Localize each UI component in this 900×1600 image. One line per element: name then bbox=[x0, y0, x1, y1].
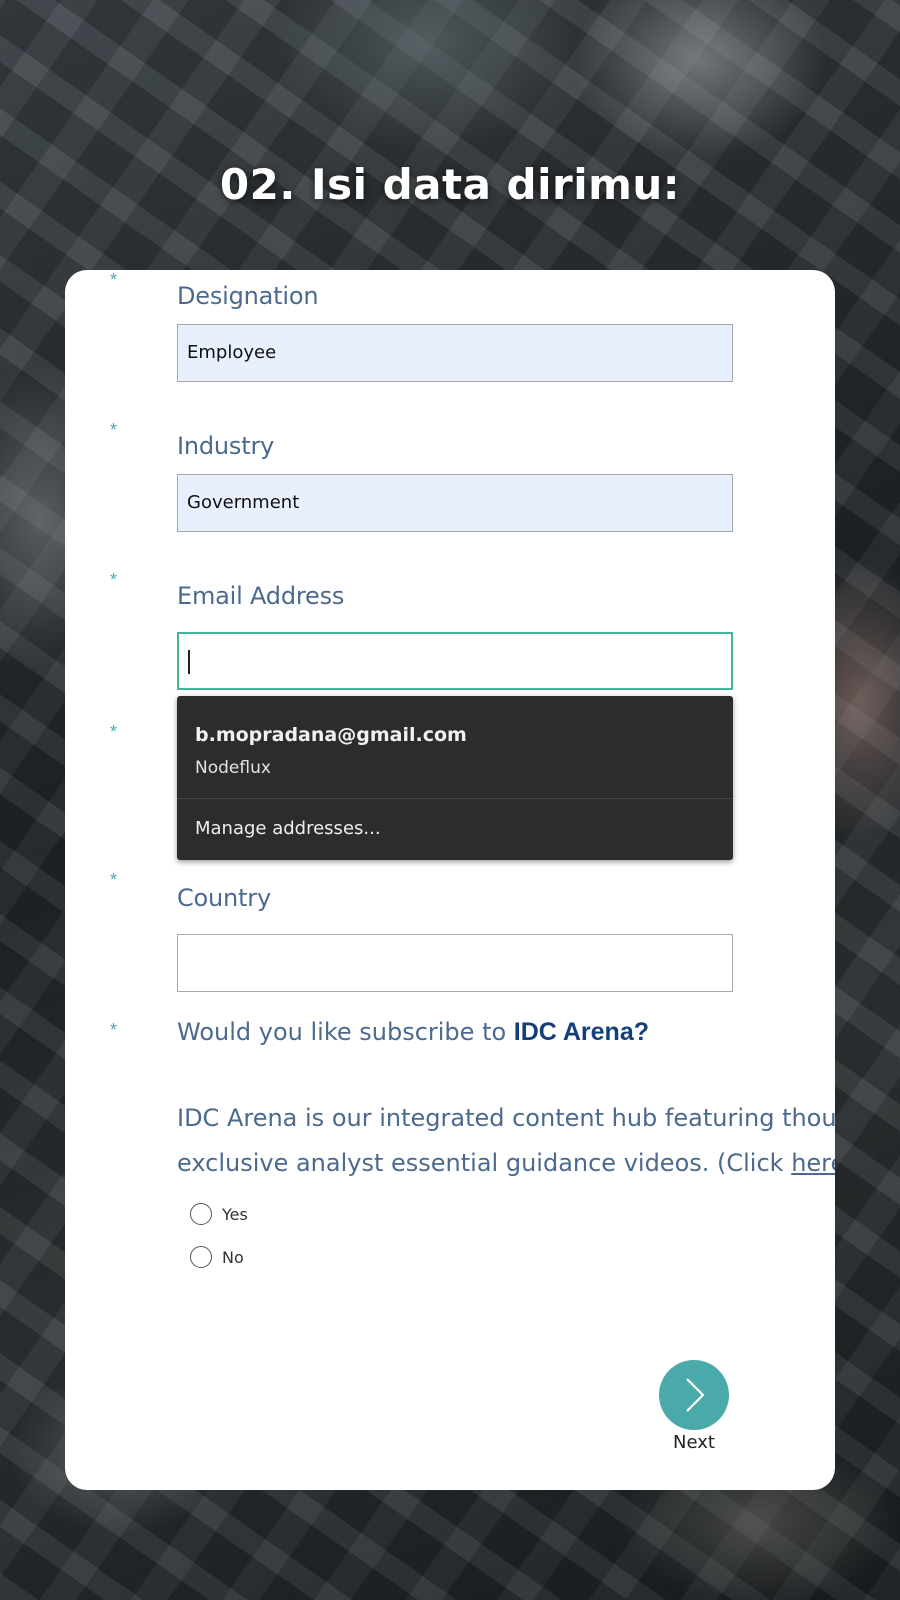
designation-label: Designation bbox=[177, 282, 319, 310]
radio-option-yes[interactable]: Yes bbox=[190, 1203, 248, 1225]
autofill-suggestion-email[interactable]: b.mopradana@gmail.com bbox=[195, 724, 467, 746]
description-line-2-text: exclusive analyst essential guidance vid… bbox=[177, 1149, 792, 1177]
required-marker: * bbox=[110, 722, 118, 742]
radio-no[interactable] bbox=[190, 1246, 212, 1268]
country-field[interactable] bbox=[177, 934, 733, 992]
required-marker: * bbox=[110, 1020, 118, 1040]
manage-addresses-link[interactable]: Manage addresses... bbox=[195, 818, 381, 839]
email-label: Email Address bbox=[177, 582, 345, 610]
required-marker: * bbox=[110, 270, 118, 290]
radio-option-no[interactable]: No bbox=[190, 1246, 244, 1268]
subscribe-question: Would you like subscribe to IDC Arena? bbox=[177, 1018, 649, 1047]
subscribe-description: IDC Arena is our integrated content hub … bbox=[177, 1096, 835, 1186]
text-caret bbox=[188, 650, 190, 674]
here-link[interactable]: here bbox=[791, 1149, 835, 1177]
description-line-2: exclusive analyst essential guidance vid… bbox=[177, 1141, 835, 1186]
industry-label: Industry bbox=[177, 432, 275, 460]
designation-field[interactable]: Employee bbox=[177, 324, 733, 382]
required-marker: * bbox=[110, 570, 118, 590]
chevron-right-icon bbox=[686, 1378, 705, 1412]
next-button[interactable] bbox=[659, 1360, 729, 1430]
autofill-dropdown: b.mopradana@gmail.com Nodeflux Manage ad… bbox=[177, 696, 733, 860]
page-headline: 02. Isi data dirimu: bbox=[219, 160, 681, 209]
radio-yes[interactable] bbox=[190, 1203, 212, 1225]
required-marker: * bbox=[110, 870, 118, 890]
next-label: Next bbox=[673, 1432, 715, 1453]
required-marker: * bbox=[110, 420, 118, 440]
autofill-divider bbox=[177, 798, 733, 799]
autofill-suggestion-company[interactable]: Nodeflux bbox=[195, 758, 271, 778]
form-card: * Designation Employee * Industry Govern… bbox=[65, 270, 835, 1490]
designation-value: Employee bbox=[187, 342, 277, 363]
industry-field[interactable]: Government bbox=[177, 474, 733, 532]
industry-value: Government bbox=[187, 492, 300, 513]
radio-label-no: No bbox=[222, 1247, 244, 1267]
email-field[interactable] bbox=[177, 632, 733, 690]
radio-label-yes: Yes bbox=[222, 1204, 248, 1224]
subscribe-brand: IDC Arena? bbox=[513, 1018, 650, 1046]
country-label: Country bbox=[177, 884, 271, 912]
subscribe-question-text: Would you like subscribe to bbox=[177, 1018, 514, 1046]
description-line-1: IDC Arena is our integrated content hub … bbox=[177, 1104, 835, 1132]
